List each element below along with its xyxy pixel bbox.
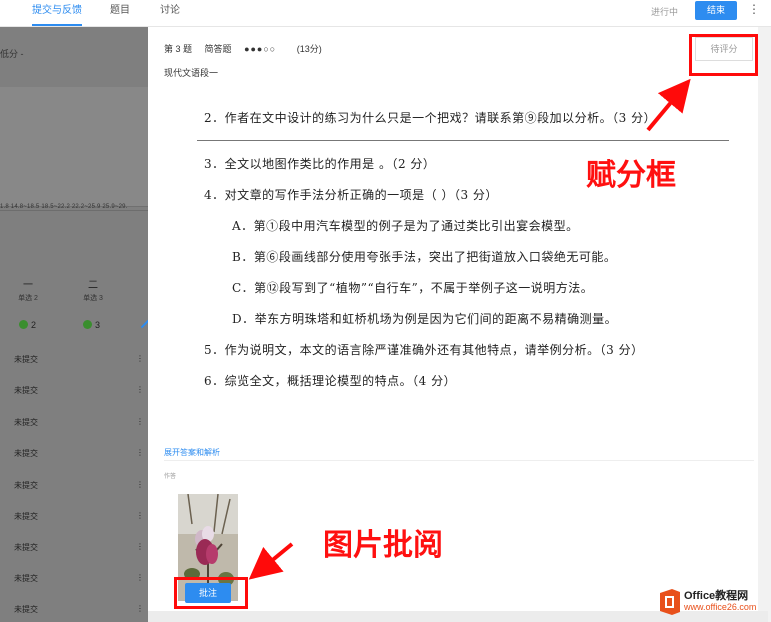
question-line: 4．对文章的写作手法分析正确的一项是（ ）（3 分） [204,188,498,202]
more-icon[interactable]: ⋮ [136,480,144,489]
left-panel-overlay: 低分 - 1.8 14.8~18.5 18.5~22.2 22.2~25.9 2… [0,27,148,622]
green-dot-icon [83,320,92,329]
more-icon[interactable]: ⋮ [748,2,760,16]
question-line: 3．全文以地图作类比的作用是 。（2 分） [204,157,436,171]
score-distribution-chart [0,87,148,207]
score-box-caption: 赋分框 [586,158,676,193]
question-column-1[interactable]: 一 单选 2 [8,281,48,303]
option-line: B．第⑥段画线部分使用夸张手法，突出了把街道放入口袋绝无可能。 [232,250,617,264]
tab-discussion[interactable]: 讨论 [160,0,180,26]
grading-panel: 第 3 题 简答题 ●●●○○ (13分) 现代文语段一 待评分 2．作者在文中… [148,27,758,622]
question-number: 第 3 题 [164,44,193,54]
list-item: 未提交 [14,574,38,583]
question-column-2[interactable]: 二 单选 3 [73,281,113,303]
divider [197,140,729,141]
list-item: 未提交 [14,449,38,458]
image-review-caption: 图片批阅 [323,528,443,563]
more-icon[interactable]: ⋮ [136,511,144,520]
answer-label: 作答 [164,474,177,480]
watermark-url: www.office26.com [684,602,757,612]
watermark-logo: Office教程网 www.office26.com [658,585,768,619]
more-icon[interactable]: ⋮ [136,448,144,457]
question-type: 简答题 [204,44,232,54]
divider [0,210,148,211]
section-title: 现代文语段一 [164,68,219,78]
divider [164,460,754,461]
option-line: D．举东方明珠塔和虹桥机场为例是因为它们间的距离不易精确测量。 [232,312,618,326]
expand-answer-link[interactable]: 展开答案和解析 [164,447,220,458]
question-type: 单选 3 [83,295,103,302]
annotate-highlight [174,577,248,609]
question-header: 第 3 题 简答题 ●●●○○ (13分) [164,42,332,55]
more-icon[interactable]: ⋮ [136,354,144,363]
scrollbar[interactable] [758,27,771,622]
list-item: 未提交 [14,481,38,490]
end-button[interactable]: 结束 [695,1,737,20]
top-bar: 提交与反馈 题目 讨论 进行中 结束 ⋮ [0,0,771,27]
more-icon[interactable]: ⋮ [136,417,144,426]
question-line: 6．综览全文，概括理论模型的特点。（4 分） [204,374,457,388]
list-item: 未提交 [14,355,38,364]
more-icon[interactable]: ⋮ [136,604,144,613]
tab-questions[interactable]: 题目 [110,0,130,26]
difficulty-stars-icon: ●●●○○ [244,44,277,54]
correct-count-2: 3 [83,320,100,330]
watermark-title: Office教程网 [684,590,749,602]
tab-submit-feedback[interactable]: 提交与反馈 [32,0,82,26]
question-score: (13分) [296,44,322,54]
more-icon[interactable]: ⋮ [136,542,144,551]
question-type: 单选 2 [18,295,38,302]
list-item: 未提交 [14,543,38,552]
option-line: C．第⑫段写到了“植物”“自行车”，不属于举例子这一说明方法。 [232,281,594,295]
office-logo-icon [660,589,680,615]
option-line: A．第①段中用汽车模型的例子是为了通过类比引出宴会模型。 [232,219,579,233]
status-text: 进行中 [651,7,679,17]
more-icon[interactable]: ⋮ [136,385,144,394]
more-icon[interactable]: ⋮ [136,573,144,582]
score-box-highlight [689,34,758,76]
green-dot-icon [19,320,28,329]
correct-count-1: 2 [19,320,36,330]
list-item: 未提交 [14,512,38,521]
list-item: 未提交 [14,386,38,395]
question-number: 二 [88,280,98,291]
question-line: 2．作者在文中设计的练习为什么只是一个把戏？请联系第⑨段加以分析。（3 分） [204,111,657,125]
question-line: 5．作为说明文，本文的语言除严谨准确外还有其他特点，请举例分析。（3 分） [204,343,644,357]
list-item: 未提交 [14,418,38,427]
filter-label[interactable]: 低分 - [0,47,24,60]
pencil-icon [140,319,148,329]
question-number: 一 [23,280,33,291]
list-item: 未提交 [14,605,38,614]
